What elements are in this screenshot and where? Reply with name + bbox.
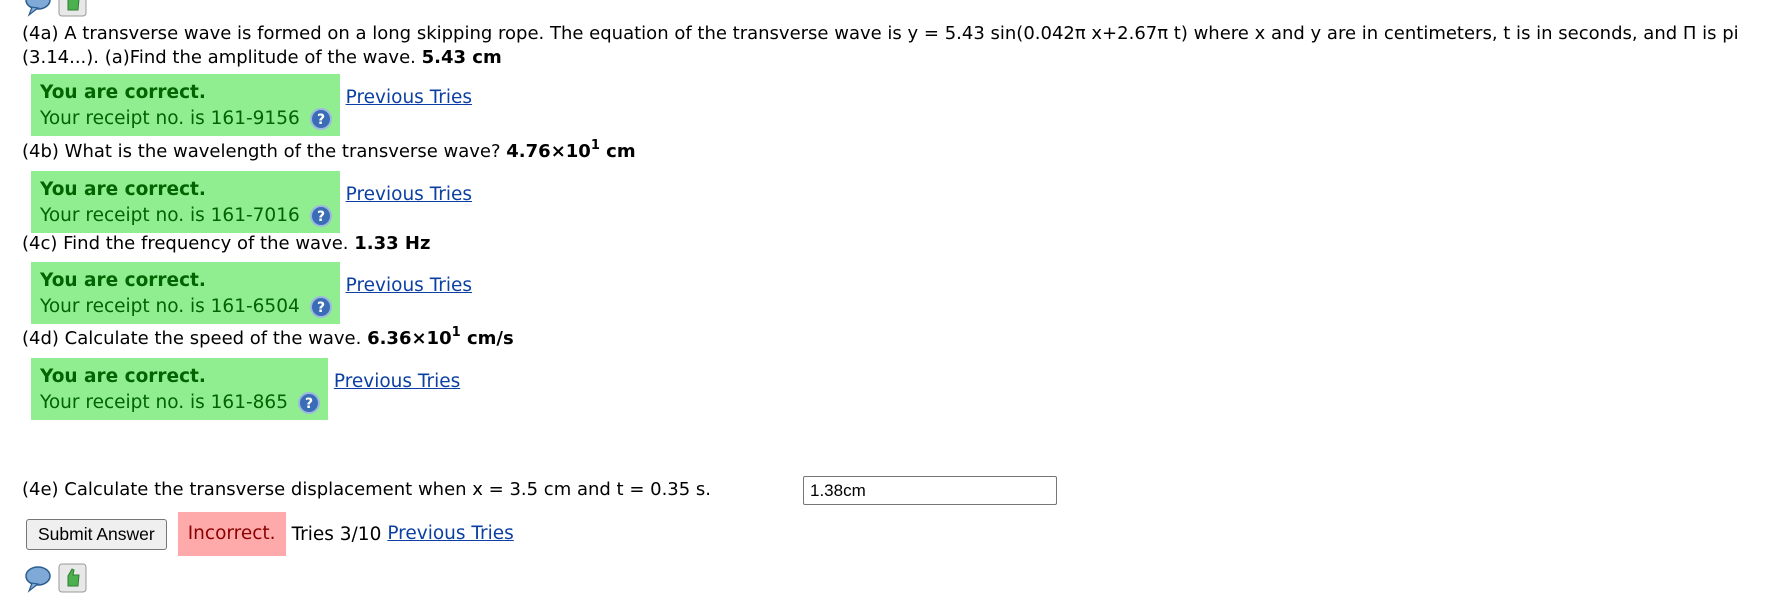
question-4c-answer: 1.33 Hz: [354, 233, 431, 254]
question-4e: (4e) Calculate the transverse displaceme…: [22, 478, 711, 502]
svg-text:?: ?: [305, 396, 313, 412]
question-4a-status: You are correct. Your receipt no. is 161…: [31, 74, 472, 136]
correct-status-box: You are correct. Your receipt no. is 161…: [31, 358, 328, 420]
thumbs-up-icon[interactable]: [58, 562, 88, 594]
previous-tries-link[interactable]: Previous Tries: [346, 183, 472, 207]
correct-status-title: You are correct.: [40, 179, 206, 200]
help-question-icon[interactable]: ?: [309, 205, 332, 227]
problem-page: (4a) A transverse wave is formed on a lo…: [0, 0, 1773, 600]
help-question-icon[interactable]: ?: [309, 108, 332, 130]
svg-text:?: ?: [317, 209, 325, 225]
question-4e-text: (4e) Calculate the transverse displaceme…: [22, 479, 712, 500]
question-4c-text: (4c) Find the frequency of the wave.: [22, 233, 349, 254]
svg-text:?: ?: [317, 300, 325, 316]
correct-status-title: You are correct.: [40, 366, 206, 387]
question-4b-answer: 4.76×101 cm: [506, 138, 636, 162]
help-question-icon[interactable]: ?: [309, 296, 332, 318]
question-4c-status: You are correct. Your receipt no. is 161…: [31, 262, 472, 324]
question-4c: (4c) Find the frequency of the wave. 1.3…: [22, 232, 430, 256]
question-4b-text: (4b) What is the wavelength of the trans…: [22, 141, 501, 162]
speech-bubble-icon[interactable]: [24, 562, 54, 594]
question-4a-text: (4a) A transverse wave is formed on a lo…: [22, 23, 1739, 68]
previous-tries-link[interactable]: Previous Tries: [334, 370, 460, 394]
previous-tries-link[interactable]: Previous Tries: [346, 86, 472, 110]
previous-tries-link[interactable]: Previous Tries: [387, 522, 513, 546]
speech-bubble-icon[interactable]: [24, 0, 54, 18]
correct-status-box: You are correct. Your receipt no. is 161…: [31, 74, 340, 136]
bottom-icon-bar: [24, 562, 88, 596]
question-4d-status: You are correct. Your receipt no. is 161…: [31, 358, 460, 420]
correct-status-box: You are correct. Your receipt no. is 161…: [31, 262, 340, 324]
correct-status-box: You are correct. Your receipt no. is 161…: [31, 171, 340, 233]
svg-text:?: ?: [317, 112, 325, 128]
question-4b: (4b) What is the wavelength of the trans…: [22, 138, 636, 164]
question-4d: (4d) Calculate the speed of the wave. 6.…: [22, 325, 514, 351]
question-4b-status: You are correct. Your receipt no. is 161…: [31, 171, 472, 233]
question-4e-submit-row: Submit Answer Incorrect. Tries 3/10 Prev…: [26, 512, 514, 556]
correct-status-title: You are correct.: [40, 82, 206, 103]
question-4d-text: (4d) Calculate the speed of the wave.: [22, 328, 362, 349]
receipt-number: Your receipt no. is 161-9156: [40, 108, 300, 129]
question-4a-answer: 5.43 cm: [421, 47, 502, 68]
answer-input[interactable]: [803, 476, 1057, 505]
question-4a: (4a) A transverse wave is formed on a lo…: [22, 22, 1752, 70]
receipt-number: Your receipt no. is 161-7016: [40, 205, 300, 226]
receipt-number: Your receipt no. is 161-865: [40, 392, 288, 413]
tries-counter: Tries 3/10: [291, 523, 382, 545]
incorrect-status-badge: Incorrect.: [177, 512, 286, 556]
question-4d-answer: 6.36×101 cm/s: [367, 325, 514, 349]
submit-answer-button[interactable]: Submit Answer: [26, 518, 167, 550]
top-icon-bar: [24, 0, 88, 20]
previous-tries-link[interactable]: Previous Tries: [346, 274, 472, 298]
correct-status-title: You are correct.: [40, 270, 206, 291]
help-question-icon[interactable]: ?: [297, 392, 320, 414]
receipt-number: Your receipt no. is 161-6504: [40, 296, 300, 317]
thumbs-up-icon[interactable]: [58, 0, 88, 18]
